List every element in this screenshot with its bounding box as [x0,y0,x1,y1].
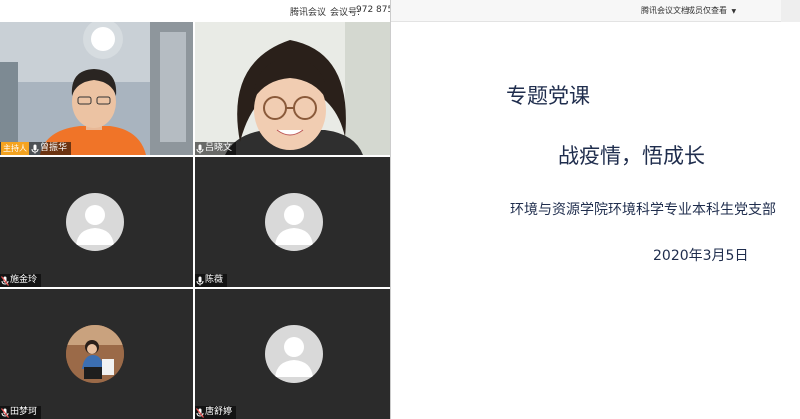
mic-muted-icon [1,407,9,418]
permission-dropdown[interactable]: 成员仅查看 ▼ [687,5,736,16]
participant-name-4: 陈薇 [205,275,224,285]
mic-on-icon [196,276,204,286]
participant-nameplate-6: 唐舒婷 [195,406,237,419]
participant-name-2: 吕晓文 [205,143,233,153]
participant-nameplate-4: 陈薇 [195,274,228,287]
meeting-id: 972 875 [356,5,394,15]
participant-name-5: 田梦珂 [10,407,38,417]
shared-document-panel: 腾讯会议文档 成员仅查看 ▼ 专题党课 战疫情，悟成长 环境与资源学院环境科学专… [390,0,800,419]
default-avatar-icon [265,325,323,383]
mic-on-icon [196,144,204,154]
mic-on-icon [31,144,39,154]
participant-tile-4[interactable]: 陈薇 [195,157,390,287]
shared-doc-app-label: 腾讯会议文档 [641,6,689,15]
participant-name-1: 曾振华 [40,143,68,153]
participant-name-3: 施金玲 [10,275,38,285]
slide-title: 专题党课 [506,84,590,108]
meeting-title-bar: 腾讯会议 会议号: 972 875 [0,0,394,22]
participant-name-6: 唐舒婷 [205,407,233,417]
participant-tile-2[interactable]: 吕晓文 [195,22,390,155]
participant-nameplate-3: 施金玲 [0,274,42,287]
participant-tile-1[interactable]: 主持人 曾振华 [0,22,193,155]
mic-muted-icon [196,407,204,418]
participant-tile-6[interactable]: 唐舒婷 [195,289,390,419]
participant-grid: 腾讯会议 会议号: 972 875 主持人 曾振华 吕晓文 施金玲 陈薇 田梦珂… [0,0,394,419]
chevron-down-icon: ▼ [731,8,737,15]
participant-nameplate-2: 吕晓文 [195,142,237,155]
default-avatar-icon [265,193,323,251]
slide-subtitle: 战疫情，悟成长 [558,144,705,168]
participant-nameplate-1: 主持人 曾振华 [0,142,72,155]
participant-nameplate-5: 田梦珂 [0,406,42,419]
participant-video-1 [0,22,193,155]
permission-label: 成员仅查看 [687,6,727,15]
mic-muted-icon [1,275,9,286]
slide-organization: 环境与资源学院环境科学专业本科生党支部 [510,202,776,218]
profile-photo-avatar [66,325,124,383]
meeting-app-name: 腾讯会议 [290,8,327,18]
host-badge: 主持人 [1,142,29,155]
participant-tile-5[interactable]: 田梦珂 [0,289,193,419]
default-avatar-icon [66,193,124,251]
participant-tile-3[interactable]: 施金玲 [0,157,193,287]
participant-video-2 [195,22,390,155]
window-edge [781,0,800,22]
slide-date: 2020年3月5日 [653,248,749,264]
shared-doc-title-bar: 腾讯会议文档 成员仅查看 ▼ [391,0,800,22]
